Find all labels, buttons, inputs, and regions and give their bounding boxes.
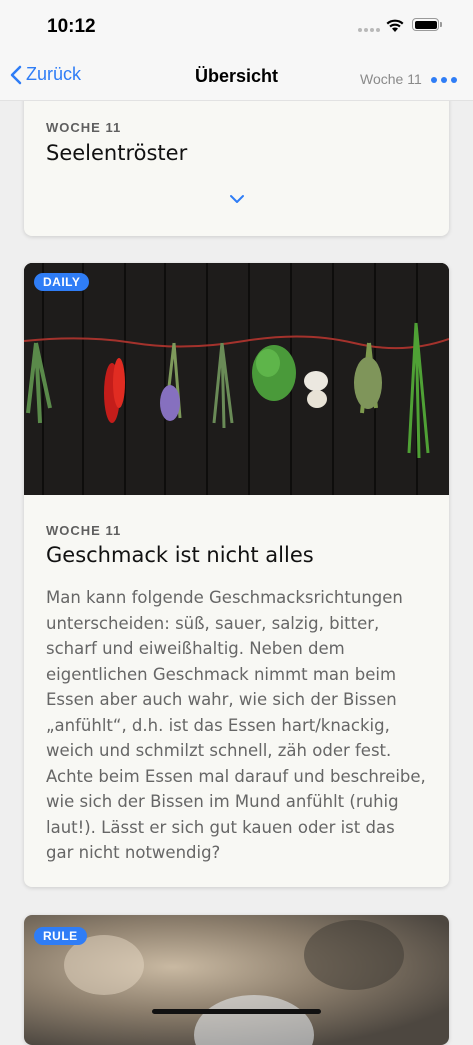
card-week-label: WOCHE 11 [46, 523, 122, 538]
rule-image [24, 915, 449, 1045]
back-button-label: Zurück [26, 64, 82, 84]
home-indicator[interactable] [152, 1009, 321, 1014]
status-bar: 10:12 [0, 0, 473, 54]
battery-tip [440, 22, 442, 27]
card-seelentroester[interactable]: WOCHE 11 Seelentröster [24, 90, 449, 236]
chevron-left-icon [10, 65, 22, 84]
more-options-icon[interactable] [431, 77, 457, 83]
week-label: Woche 11 [360, 71, 422, 87]
chevron-down-icon[interactable] [229, 194, 245, 204]
back-button[interactable]: Zurück [10, 64, 81, 85]
wifi-icon [386, 19, 404, 32]
status-time: 10:12 [47, 16, 96, 37]
card-geschmack[interactable]: DAILY WOCHE 11 Geschmack ist nicht alles… [24, 263, 449, 887]
card-rule[interactable]: RULE [24, 915, 449, 1045]
navigation-bar: Zurück Übersicht Woche 11 [0, 54, 473, 101]
card-week-label: WOCHE 11 [46, 120, 122, 135]
battery-icon [412, 18, 439, 31]
herbs-image [24, 263, 449, 495]
card-description: Man kann folgende Geschmacksrichtungen u… [46, 588, 426, 862]
card-title: Seelentröster [46, 141, 188, 165]
daily-badge: DAILY [34, 273, 90, 291]
rule-badge: RULE [34, 927, 87, 945]
cellular-signal-icon [358, 28, 380, 32]
card-title: Geschmack ist nicht alles [46, 543, 314, 567]
